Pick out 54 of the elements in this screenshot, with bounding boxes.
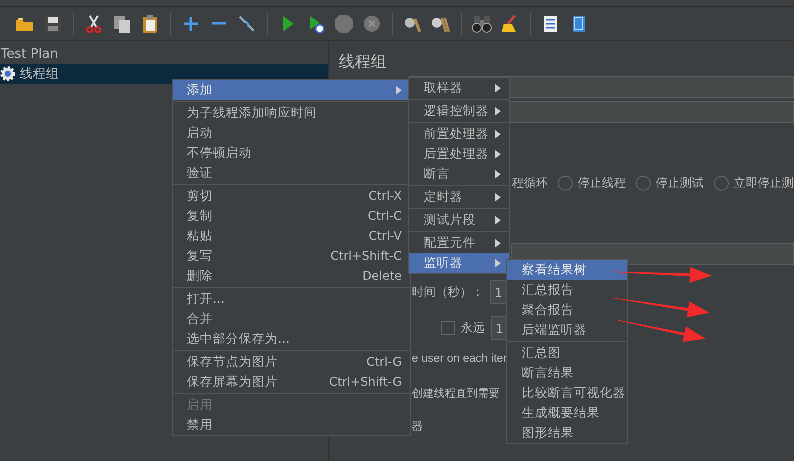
menu-item[interactable]: 图形结果 [507,423,627,443]
menu-item[interactable]: 汇总图 [507,343,627,363]
close-icon [362,14,382,34]
menu-item[interactable]: 选中部分保存为... [173,329,410,349]
menu-item[interactable]: 断言结果 [507,363,627,383]
menu-item[interactable]: 启动 [173,123,410,143]
checkbox-label: 永远 [461,320,485,336]
tree-header: Test Plan [0,46,60,64]
copy-icon [112,14,132,34]
clipboard-icon [140,14,160,34]
minus-icon [212,22,226,25]
menu-item[interactable]: 测试片段 [409,210,509,230]
menu-item[interactable]: 定时器 [409,187,509,207]
menu-item[interactable]: 保存屏幕为图片 Ctrl+Shift-G [173,372,410,392]
option-label: 创建线程直到需要 [412,386,500,402]
menu-item[interactable]: 断言 [409,164,509,184]
menu-item[interactable]: 监听器 [409,253,509,273]
option-label: e user on each iter [412,353,508,367]
menu-item[interactable]: 合并 [173,309,410,329]
radio-option[interactable]: 立即停止测 [714,174,794,192]
menu-item[interactable]: 添加 [173,80,410,100]
scissors-icon [84,14,104,34]
checkbox[interactable] [441,321,455,335]
menu-item[interactable]: 后端监听器 [507,320,627,340]
menu-item[interactable]: 不停顿启动 [173,143,410,163]
menu-item[interactable]: 为子线程添加响应时间 [173,103,410,123]
stop-sign-icon [334,14,354,34]
gear-icon [0,66,16,82]
menu-item[interactable]: 删除 Delete [173,266,410,286]
menu-item[interactable]: 取样器 [409,78,509,98]
menu-item[interactable]: 复制 Ctrl-C [173,206,410,226]
panel-title: 线程组 [339,52,388,73]
menu-item[interactable]: 察看结果树 [507,260,627,280]
menu-item[interactable]: 逻辑控制器 [409,101,509,121]
menu-item[interactable]: 禁用 [173,415,410,435]
menu-item[interactable]: 剪切 Ctrl-X [173,186,410,206]
menu-item[interactable]: 粘贴 Ctrl-V [173,226,410,246]
menu-item[interactable]: 前置处理器 [409,124,509,144]
menu-item[interactable]: 验证 [173,163,410,183]
radio-option[interactable]: 停止线程 [558,174,626,192]
menu-item[interactable]: 聚合报告 [507,300,627,320]
ramp-up-label: 时间（秒）： [412,284,484,300]
option-label: 器 [412,419,423,435]
menu-item[interactable]: 复写 Ctrl+Shift-C [173,246,410,266]
menu-item[interactable]: 打开... [173,289,410,309]
menu-item[interactable]: 汇总报告 [507,280,627,300]
radio-option[interactable]: 停止测试 [636,174,704,192]
radio-label: 程循环 [512,174,548,192]
menu-item[interactable]: 保存节点为图片 Ctrl-G [173,352,410,372]
binoculars-icon [472,14,492,34]
menu-item[interactable]: 后置处理器 [409,144,509,164]
menu-item[interactable]: 配置元件 [409,233,509,253]
menu-item[interactable]: 比较断言可视化器 [507,383,627,403]
menu-item[interactable]: 生成概要结果 [507,403,627,423]
